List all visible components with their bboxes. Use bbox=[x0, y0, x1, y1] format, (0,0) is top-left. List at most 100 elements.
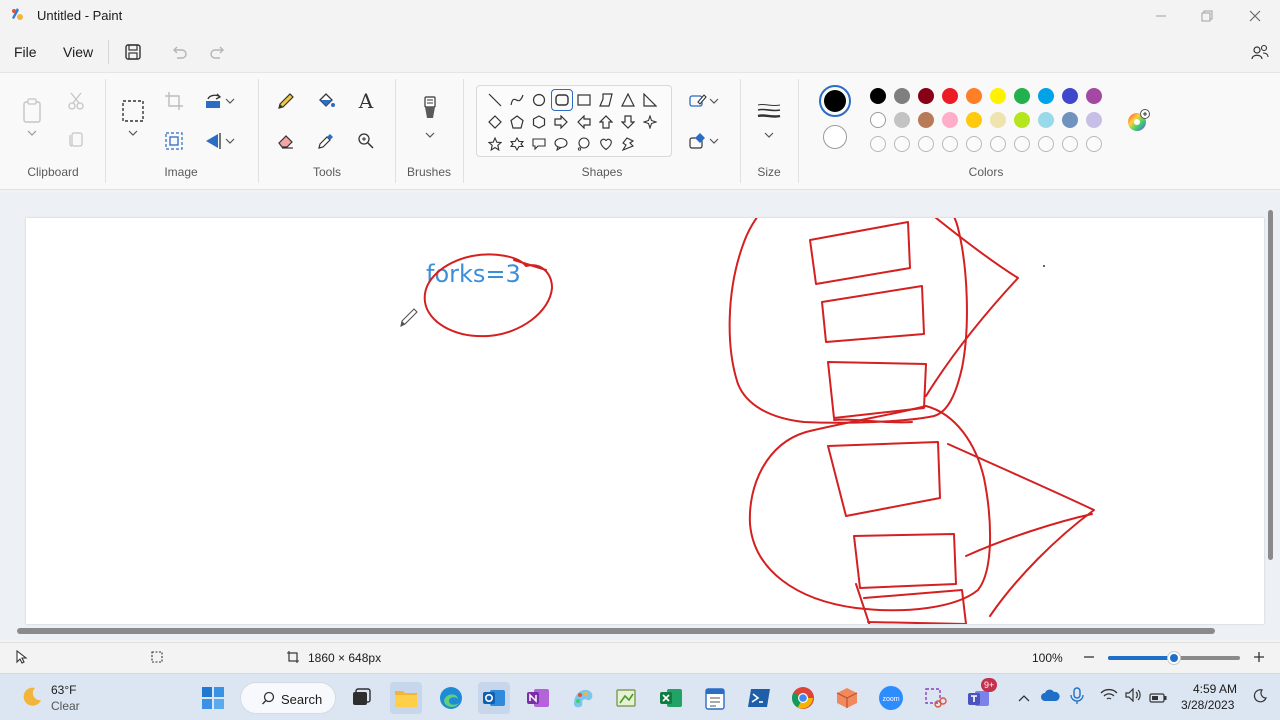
color-swatch[interactable] bbox=[1062, 112, 1078, 128]
custom-color-slot[interactable] bbox=[966, 136, 982, 152]
file-explorer-icon[interactable] bbox=[390, 682, 422, 714]
brush-icon[interactable] bbox=[416, 95, 444, 123]
copy-icon[interactable] bbox=[62, 125, 90, 153]
resize-icon[interactable] bbox=[160, 127, 188, 155]
shape-line-icon[interactable] bbox=[485, 90, 505, 110]
teams-icon[interactable]: 9+ bbox=[963, 678, 998, 714]
color-swatch[interactable] bbox=[942, 88, 958, 104]
custom-color-slot[interactable] bbox=[942, 136, 958, 152]
color-swatch[interactable] bbox=[918, 88, 934, 104]
color-swatch[interactable] bbox=[1062, 88, 1078, 104]
pencil-icon[interactable] bbox=[272, 87, 300, 115]
microphone-icon[interactable] bbox=[1070, 687, 1084, 710]
shape-oval-callout-icon[interactable] bbox=[551, 134, 571, 154]
paint-taskbar-icon[interactable] bbox=[567, 682, 599, 714]
shape-right-triangle-icon[interactable] bbox=[640, 90, 660, 110]
weather-moon-icon[interactable] bbox=[20, 685, 44, 714]
paste-dropdown-icon[interactable] bbox=[18, 125, 46, 141]
snipping-tool-icon[interactable] bbox=[919, 682, 951, 714]
share-icon[interactable] bbox=[1248, 40, 1272, 64]
start-button[interactable] bbox=[197, 682, 229, 714]
shape-curve-icon[interactable] bbox=[507, 90, 527, 110]
taskbar-search[interactable]: Search bbox=[240, 682, 336, 714]
battery-icon[interactable] bbox=[1149, 690, 1167, 708]
zoom-slider-thumb[interactable] bbox=[1167, 651, 1181, 665]
do-not-disturb-moon-icon[interactable] bbox=[1252, 688, 1268, 709]
shape-lightning-icon[interactable] bbox=[618, 134, 638, 154]
rotate-dropdown-icon[interactable] bbox=[222, 87, 238, 115]
notepad-icon[interactable] bbox=[699, 682, 731, 714]
shape-four-point-star-icon[interactable] bbox=[640, 112, 660, 132]
text-icon[interactable]: A bbox=[352, 87, 380, 115]
custom-color-slot[interactable] bbox=[918, 136, 934, 152]
excel-icon[interactable] bbox=[655, 682, 687, 714]
redo-icon[interactable] bbox=[206, 40, 230, 64]
onenote-icon[interactable] bbox=[522, 682, 554, 714]
horizontal-scrollbar[interactable] bbox=[17, 628, 1215, 634]
brush-dropdown-icon[interactable] bbox=[416, 127, 444, 143]
color-swatch[interactable] bbox=[1038, 88, 1054, 104]
menu-view[interactable]: View bbox=[63, 44, 93, 60]
clock-time[interactable]: 4:59 AM bbox=[1193, 682, 1237, 696]
color-picker-icon[interactable] bbox=[312, 127, 340, 155]
shape-five-point-star-icon[interactable] bbox=[485, 134, 505, 154]
onedrive-cloud-icon[interactable] bbox=[1040, 688, 1060, 707]
color-swatch[interactable] bbox=[1014, 88, 1030, 104]
edge-browser-icon[interactable] bbox=[435, 682, 467, 714]
flip-dropdown-icon[interactable] bbox=[222, 127, 238, 155]
shape-pentagon-icon[interactable] bbox=[507, 112, 527, 132]
zoom-in-icon[interactable] bbox=[1252, 650, 1266, 667]
custom-color-slot[interactable] bbox=[1038, 136, 1054, 152]
chrome-browser-icon[interactable] bbox=[787, 682, 819, 714]
primary-color-swatch[interactable] bbox=[819, 85, 851, 117]
color-swatch[interactable] bbox=[990, 88, 1006, 104]
color-swatch[interactable] bbox=[1038, 112, 1054, 128]
eraser-icon[interactable] bbox=[272, 127, 300, 155]
fill-icon[interactable] bbox=[312, 87, 340, 115]
shape-cloud-callout-icon[interactable] bbox=[574, 134, 594, 154]
custom-color-slot[interactable] bbox=[1062, 136, 1078, 152]
shape-arrow-down-icon[interactable] bbox=[618, 112, 638, 132]
office-package-icon[interactable] bbox=[831, 682, 863, 714]
color-swatch[interactable] bbox=[990, 112, 1006, 128]
menu-file[interactable]: File bbox=[14, 44, 37, 60]
shape-rect-callout-icon[interactable] bbox=[529, 134, 549, 154]
weather-temperature[interactable]: 63°F bbox=[51, 683, 76, 697]
custom-color-slot[interactable] bbox=[990, 136, 1006, 152]
shape-rectangle-icon[interactable] bbox=[574, 90, 594, 110]
select-dropdown-icon[interactable] bbox=[119, 125, 147, 141]
volume-icon[interactable] bbox=[1125, 687, 1143, 707]
undo-icon[interactable] bbox=[167, 40, 191, 64]
crop-icon[interactable] bbox=[160, 87, 188, 115]
custom-color-slot[interactable] bbox=[870, 136, 886, 152]
restore-button[interactable] bbox=[1184, 0, 1230, 32]
minimize-button[interactable] bbox=[1138, 0, 1184, 32]
shape-rounded-rect-icon[interactable] bbox=[551, 89, 573, 111]
shape-arrow-right-icon[interactable] bbox=[551, 112, 571, 132]
shape-diamond-icon[interactable] bbox=[485, 112, 505, 132]
task-view-icon[interactable] bbox=[345, 682, 377, 714]
paint-3d-icon[interactable] bbox=[611, 682, 643, 714]
custom-color-slot[interactable] bbox=[1014, 136, 1030, 152]
color-swatch[interactable] bbox=[870, 112, 886, 128]
color-swatch[interactable] bbox=[966, 112, 982, 128]
custom-color-slot[interactable] bbox=[1086, 136, 1102, 152]
stroke-size-icon[interactable] bbox=[755, 97, 783, 125]
vertical-scrollbar[interactable] bbox=[1268, 210, 1273, 560]
show-hidden-icons-chevron-icon[interactable] bbox=[1018, 690, 1030, 708]
color-swatch[interactable] bbox=[1086, 88, 1102, 104]
powershell-icon[interactable] bbox=[743, 682, 775, 714]
clock-date[interactable]: 3/28/2023 bbox=[1181, 698, 1234, 712]
color-swatch[interactable] bbox=[1014, 112, 1030, 128]
zoom-meetings-icon[interactable]: zoom bbox=[875, 682, 907, 714]
paste-icon[interactable] bbox=[18, 97, 46, 125]
color-swatch[interactable] bbox=[894, 88, 910, 104]
color-swatch[interactable] bbox=[966, 88, 982, 104]
shape-arrow-left-icon[interactable] bbox=[574, 112, 594, 132]
save-icon[interactable] bbox=[121, 40, 145, 64]
cut-icon[interactable] bbox=[62, 87, 90, 115]
shape-arrow-up-icon[interactable] bbox=[596, 112, 616, 132]
weather-description[interactable]: Clear bbox=[51, 699, 80, 713]
outlook-icon[interactable] bbox=[478, 682, 510, 714]
size-dropdown-icon[interactable] bbox=[755, 127, 783, 143]
